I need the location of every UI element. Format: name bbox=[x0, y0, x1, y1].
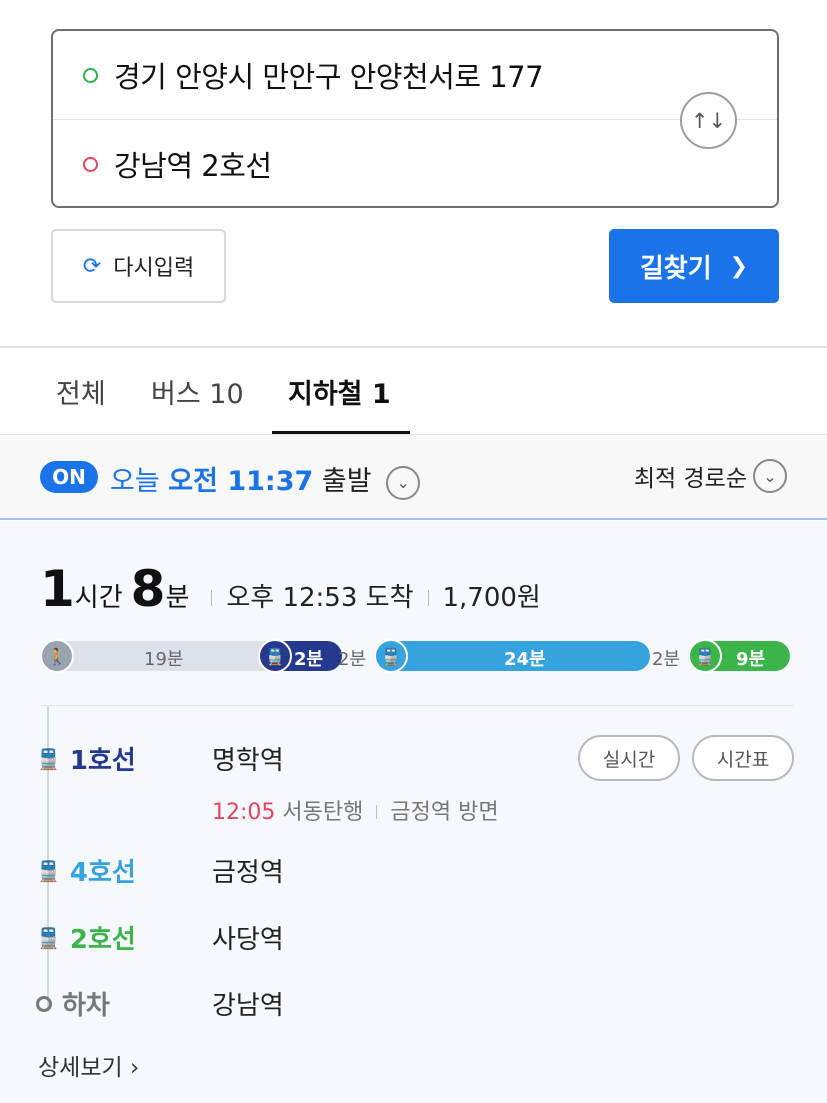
detail-separator bbox=[376, 805, 378, 819]
walk-icon: 🚶 bbox=[40, 639, 74, 673]
line2-duration: 9분 bbox=[736, 649, 766, 670]
step-line-label: 1호선 bbox=[69, 746, 136, 776]
fare: 1,700원 bbox=[442, 583, 541, 613]
hours-unit: 시간 bbox=[74, 583, 123, 613]
departure-time: 오전 11:37 bbox=[168, 466, 314, 497]
transfer2-duration: 2분 bbox=[652, 649, 681, 670]
info-separator bbox=[427, 590, 429, 606]
sort-selector[interactable]: 최적 경로순 ⌄ bbox=[634, 459, 787, 493]
departure-selector[interactable]: 오늘 오전 11:37 출발 ⌄ bbox=[110, 459, 421, 500]
refresh-icon: ⟳ bbox=[82, 253, 102, 279]
step1-detail: 12:05 서동탄행 금정역 방면 bbox=[212, 794, 499, 826]
info-separator bbox=[211, 590, 213, 606]
sort-label: 최적 경로순 bbox=[633, 466, 747, 492]
chevron-right-icon: ❯ bbox=[729, 253, 749, 279]
reset-button[interactable]: ⟳ 다시입력 bbox=[51, 229, 226, 303]
transport-tabs: 전체 버스 10 지하철 1 bbox=[0, 348, 827, 434]
step-alight: 하차 bbox=[36, 985, 110, 1022]
details-link[interactable]: 상세보기 › bbox=[38, 1048, 139, 1082]
step-station: 금정역 bbox=[212, 858, 284, 888]
chevron-right-icon: › bbox=[129, 1055, 140, 1081]
swap-arrows-icon: ↑↓ bbox=[690, 108, 727, 133]
swap-button[interactable]: ↑↓ bbox=[680, 92, 737, 149]
train-icon: 🚆 bbox=[36, 858, 61, 883]
step-line-label: 2호선 bbox=[69, 925, 136, 955]
step-line-label: 4호선 bbox=[69, 858, 136, 888]
chevron-down-icon: ⌄ bbox=[753, 459, 787, 493]
route-summary: 1 시간 8 분 오후 12:53 도착 1,700원 bbox=[40, 560, 541, 618]
train-icon: 🚆 bbox=[36, 925, 61, 950]
tab-all[interactable]: 전체 bbox=[56, 372, 106, 411]
train-icon: 🚆 bbox=[258, 639, 292, 673]
step-line2: 🚆 2호선 bbox=[36, 919, 136, 956]
on-toggle[interactable]: ON bbox=[40, 461, 98, 493]
step-station: 강남역 bbox=[212, 991, 284, 1021]
platform-direction: 금정역 방면 bbox=[390, 800, 499, 825]
step-line4: 🚆 4호선 bbox=[36, 852, 136, 889]
realtime-button[interactable]: 실시간 bbox=[578, 735, 680, 781]
alight-marker-icon bbox=[36, 995, 52, 1012]
train-icon: 🚆 bbox=[374, 639, 408, 673]
route-timeline-bar: 19분 🚶 2분 🚆 2분 24분 🚆 2분 9분 🚆 bbox=[40, 639, 790, 673]
depart-label: 출발 bbox=[321, 466, 372, 497]
route-search-box: 경기 안양시 만안구 안양천서로 177 강남역 2호선 ↑↓ bbox=[51, 29, 779, 208]
walk-duration: 19분 bbox=[144, 649, 184, 670]
next-train-time: 12:05 bbox=[212, 800, 276, 825]
destination-marker-icon bbox=[83, 156, 98, 172]
route-result-card[interactable]: 1 시간 8 분 오후 12:53 도착 1,700원 19분 🚶 2분 🚆 2… bbox=[0, 522, 827, 1103]
line4-duration: 24분 bbox=[504, 649, 546, 670]
train-direction: 서동탄행 bbox=[282, 800, 364, 825]
chevron-down-icon: ⌄ bbox=[386, 465, 421, 500]
tab-subway[interactable]: 지하철 1 bbox=[288, 372, 391, 411]
filter-bar: ON 오늘 오전 11:37 출발 ⌄ 최적 경로순 ⌄ bbox=[0, 434, 827, 520]
transfer1-duration: 2분 bbox=[338, 649, 367, 670]
today-label: 오늘 bbox=[110, 466, 160, 497]
timetable-button[interactable]: 시간표 bbox=[692, 735, 794, 781]
step-line-label: 하차 bbox=[62, 991, 110, 1021]
train-icon: 🚆 bbox=[36, 746, 61, 771]
find-label: 길찾기 bbox=[639, 253, 712, 284]
reset-label: 다시입력 bbox=[113, 256, 195, 281]
arrival-time: 오후 12:53 도착 bbox=[226, 583, 414, 613]
destination-text: 강남역 2호선 bbox=[114, 149, 272, 183]
destination-field[interactable]: 강남역 2호선 bbox=[53, 120, 673, 208]
origin-text: 경기 안양시 만안구 안양천서로 177 bbox=[114, 60, 544, 94]
summary-divider bbox=[40, 705, 794, 706]
origin-field[interactable]: 경기 안양시 만안구 안양천서로 177 bbox=[53, 31, 673, 119]
find-route-button[interactable]: 길찾기 ❯ bbox=[609, 229, 779, 303]
duration-hours: 1 bbox=[40, 560, 75, 618]
tab-bus[interactable]: 버스 10 bbox=[151, 372, 244, 411]
origin-marker-icon bbox=[83, 67, 98, 83]
step-station: 사당역 bbox=[212, 925, 284, 955]
details-label: 상세보기 bbox=[38, 1055, 123, 1081]
step-station: 명학역 bbox=[212, 746, 284, 776]
line1-duration: 2분 bbox=[294, 649, 324, 670]
minutes-unit: 분 bbox=[165, 583, 190, 613]
train-icon: 🚆 bbox=[688, 639, 722, 673]
duration-minutes: 8 bbox=[130, 560, 166, 618]
step-line1: 🚆 1호선 bbox=[36, 740, 136, 777]
